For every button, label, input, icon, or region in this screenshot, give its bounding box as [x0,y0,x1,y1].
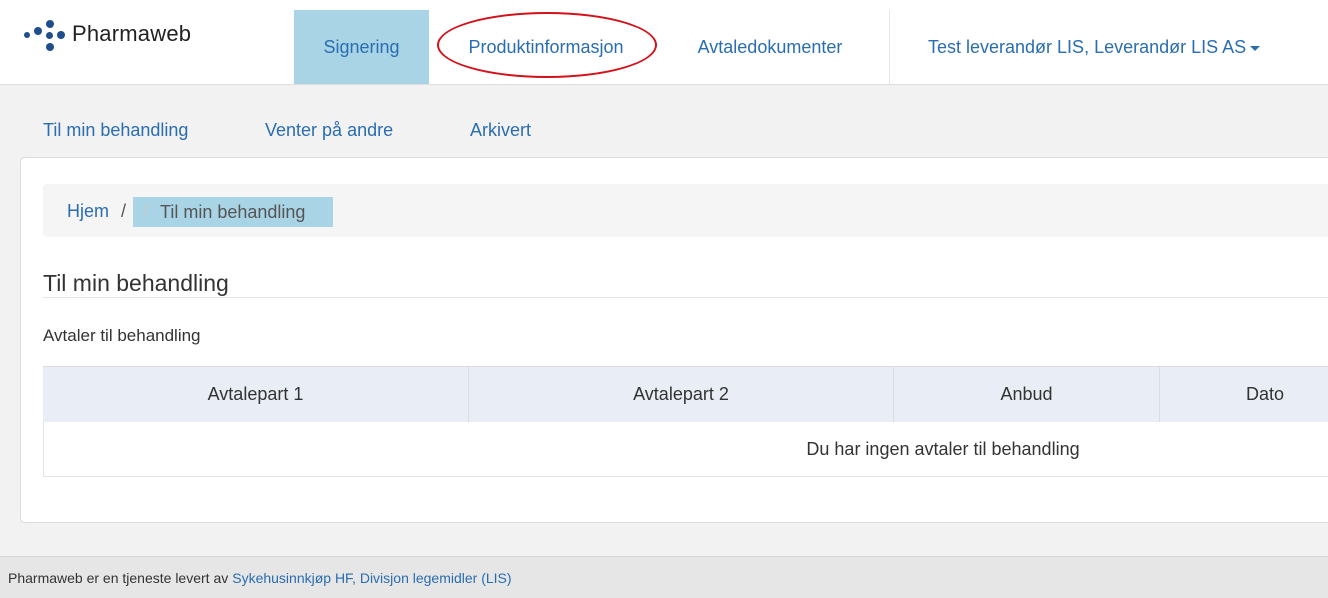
breadcrumb-separator-faint: / [143,201,149,222]
brand-link[interactable]: Pharmaweb [24,10,191,58]
footer-text: Pharmaweb er en tjeneste levert av [8,569,229,586]
breadcrumb-current-label: Til min behandling [160,201,306,222]
breadcrumb-separator: / [121,201,127,221]
page-footer: Pharmaweb er en tjeneste levert av Sykeh… [0,556,1328,598]
breadcrumb-current: / Til min behandling [133,197,333,227]
nav-tab-signering[interactable]: Signering [294,10,429,84]
column-header-dato[interactable]: Dato [1160,366,1328,422]
user-menu-dropdown[interactable]: Test leverandør LIS, Leverandør LIS AS [928,10,1261,84]
column-header-avtalepart-1[interactable]: Avtalepart 1 [43,366,468,422]
subnav-venter-pa-andre[interactable]: Venter på andre [265,120,393,141]
empty-table-message: Du har ingen avtaler til behandling [806,439,1080,459]
caret-down-icon [1250,45,1261,51]
pharmaweb-dots-icon [24,16,70,52]
section-label: Avtaler til behandling [43,326,201,345]
column-header-avtalepart-2[interactable]: Avtalepart 2 [469,366,893,422]
nav-tab-avtaledokumenter[interactable]: Avtaledokumenter [667,10,873,84]
footer-lis-link[interactable]: Sykehusinnkjøp HF, Divisjon legemidler (… [232,570,511,586]
user-menu-label: Test leverandør LIS, Leverandør LIS AS [928,36,1247,57]
column-header-anbud[interactable]: Anbud [894,366,1159,422]
brand-name: Pharmaweb [72,21,192,46]
breadcrumb-home-link[interactable]: Hjem [67,201,109,222]
top-navbar: Pharmaweb Signering Produktinformasjon A… [0,0,1328,85]
title-divider [43,297,1328,298]
subnav-til-min-behandling[interactable]: Til min behandling [43,120,188,141]
subnav-arkivert[interactable]: Arkivert [470,120,531,141]
nav-tab-produktinformasjon[interactable]: Produktinformasjon [443,10,649,84]
nav-divider [889,10,890,84]
page-title: Til min behandling [43,270,229,296]
